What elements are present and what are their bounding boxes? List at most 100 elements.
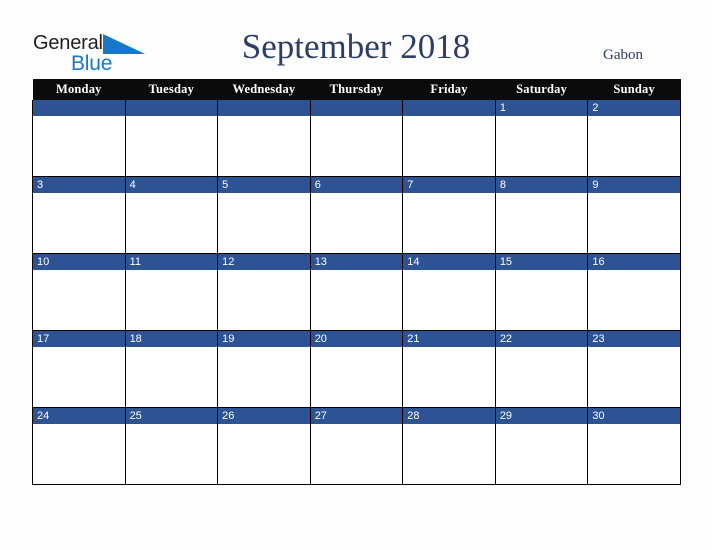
date-number: 27 <box>311 408 402 424</box>
day-event-area[interactable] <box>588 424 680 483</box>
day-event-area[interactable] <box>126 424 217 483</box>
day-cell[interactable]: 27 <box>309 407 404 485</box>
date-number: 22 <box>496 331 587 347</box>
day-event-area[interactable] <box>496 193 587 252</box>
day-event-area[interactable] <box>588 116 680 175</box>
day-cell[interactable]: 21 <box>402 330 496 408</box>
day-cell[interactable]: 20 <box>309 330 404 408</box>
day-cell[interactable]: 19 <box>217 330 311 408</box>
weekday-header-tuesday: Tuesday <box>125 79 218 100</box>
day-event-area[interactable] <box>33 116 125 175</box>
page-header: General Blue September 2018 Gabon <box>0 0 712 78</box>
day-cell[interactable] <box>402 100 496 177</box>
day-event-area[interactable] <box>33 270 125 329</box>
day-cell[interactable]: 5 <box>217 176 311 254</box>
day-event-area[interactable] <box>218 270 310 329</box>
day-cell[interactable] <box>124 100 219 177</box>
day-event-area[interactable] <box>126 347 217 406</box>
day-event-area[interactable] <box>218 424 310 483</box>
logo-text-general: General <box>33 32 103 54</box>
page-title: September 2018 <box>241 27 471 66</box>
date-number: 18 <box>126 331 217 347</box>
day-cell[interactable]: 4 <box>124 176 219 254</box>
day-cell[interactable] <box>217 100 311 177</box>
weekday-header-friday: Friday <box>402 79 496 100</box>
day-event-area[interactable] <box>126 270 217 329</box>
date-number: 10 <box>33 254 125 270</box>
date-number: 21 <box>403 331 495 347</box>
day-event-area[interactable] <box>33 193 125 252</box>
day-cell[interactable]: 11 <box>124 253 219 331</box>
day-event-area[interactable] <box>218 193 310 252</box>
day-event-area[interactable] <box>496 347 587 406</box>
day-event-area[interactable] <box>311 347 402 406</box>
weekday-header-monday: Monday <box>32 79 126 100</box>
day-cell[interactable]: 8 <box>494 176 589 254</box>
month-calendar: Monday Tuesday Wednesday Thursday Friday… <box>32 79 681 485</box>
day-cell[interactable]: 10 <box>32 253 126 331</box>
general-blue-logo[interactable]: General Blue <box>33 32 163 75</box>
day-event-area[interactable] <box>218 347 310 406</box>
day-cell[interactable]: 26 <box>217 407 311 485</box>
day-cell[interactable]: 22 <box>494 330 589 408</box>
day-cell[interactable]: 6 <box>309 176 404 254</box>
week-row: 17 18 19 20 21 22 23 <box>32 330 681 408</box>
date-number: 5 <box>218 177 310 193</box>
day-event-area[interactable] <box>496 424 587 483</box>
day-event-area[interactable] <box>496 116 587 175</box>
day-event-area[interactable] <box>403 424 495 483</box>
day-event-area[interactable] <box>126 116 217 175</box>
day-event-area[interactable] <box>588 193 680 252</box>
day-event-area[interactable] <box>496 270 587 329</box>
day-event-area[interactable] <box>403 193 495 252</box>
day-event-area[interactable] <box>588 347 680 406</box>
day-event-area[interactable] <box>403 116 495 175</box>
weekday-header-row: Monday Tuesday Wednesday Thursday Friday… <box>32 79 681 100</box>
day-cell[interactable]: 28 <box>402 407 496 485</box>
day-cell[interactable]: 13 <box>309 253 404 331</box>
day-event-area[interactable] <box>403 347 495 406</box>
date-number: 28 <box>403 408 495 424</box>
day-event-area[interactable] <box>218 116 310 175</box>
date-number: 26 <box>218 408 310 424</box>
day-cell[interactable]: 17 <box>32 330 126 408</box>
day-cell[interactable]: 12 <box>217 253 311 331</box>
day-event-area[interactable] <box>311 116 402 175</box>
day-event-area[interactable] <box>311 193 402 252</box>
day-event-area[interactable] <box>33 347 125 406</box>
day-event-area[interactable] <box>311 424 402 483</box>
date-number: 3 <box>33 177 125 193</box>
day-cell[interactable]: 29 <box>494 407 589 485</box>
date-number: 13 <box>311 254 402 270</box>
week-row: 1 2 <box>32 100 681 177</box>
day-cell[interactable]: 1 <box>494 100 589 177</box>
date-number: 7 <box>403 177 495 193</box>
day-event-area[interactable] <box>588 270 680 329</box>
day-event-area[interactable] <box>403 270 495 329</box>
date-number: 17 <box>33 331 125 347</box>
day-cell[interactable]: 3 <box>32 176 126 254</box>
day-cell[interactable] <box>309 100 404 177</box>
day-event-area[interactable] <box>311 270 402 329</box>
day-event-area[interactable] <box>126 193 217 252</box>
day-cell[interactable]: 25 <box>124 407 219 485</box>
date-number: 6 <box>311 177 402 193</box>
weekday-header-sunday: Sunday <box>587 79 681 100</box>
date-number: 30 <box>588 408 680 424</box>
day-cell[interactable]: 23 <box>587 330 681 408</box>
day-cell[interactable]: 7 <box>402 176 496 254</box>
day-cell[interactable]: 14 <box>402 253 496 331</box>
day-cell[interactable]: 2 <box>587 100 681 177</box>
date-number: 16 <box>588 254 680 270</box>
day-cell[interactable]: 18 <box>124 330 219 408</box>
date-number: 23 <box>588 331 680 347</box>
day-cell[interactable]: 15 <box>494 253 589 331</box>
date-number: 2 <box>588 100 680 116</box>
weekday-header-saturday: Saturday <box>495 79 588 100</box>
day-cell[interactable]: 30 <box>587 407 681 485</box>
day-event-area[interactable] <box>33 424 125 483</box>
day-cell[interactable]: 16 <box>587 253 681 331</box>
day-cell[interactable]: 24 <box>32 407 126 485</box>
day-cell[interactable] <box>32 100 126 177</box>
day-cell[interactable]: 9 <box>587 176 681 254</box>
